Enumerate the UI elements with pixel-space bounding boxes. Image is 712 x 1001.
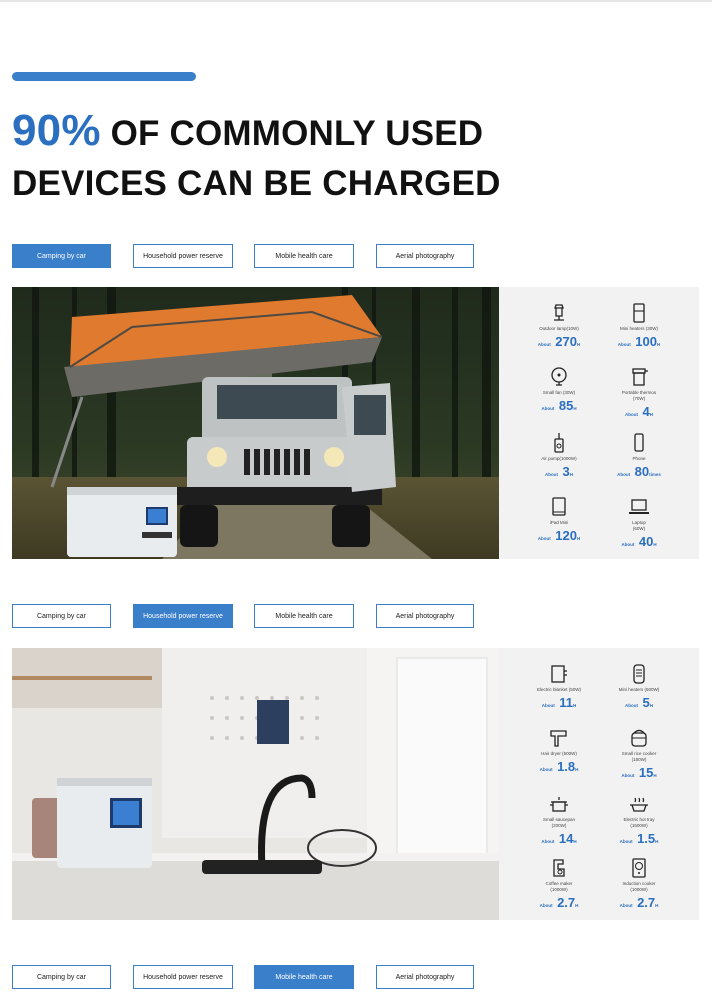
headline-percent: 90% — [12, 106, 101, 155]
page-headline: 90% OF COMMONLY USED DEVICES CAN BE CHAR… — [12, 106, 501, 209]
device-phone: Phone About 80times — [599, 433, 679, 481]
device-small-saucepan: Small saucepan (200W) About 14H — [519, 794, 599, 848]
tab-camping-by-car[interactable]: Camping by car — [12, 965, 111, 989]
device-air-pump: Air pump(1000W) About 3H — [519, 433, 599, 481]
device-ipad-mini: iPad Mini About 120H — [519, 497, 599, 545]
headline-line1: OF COMMONLY USED — [100, 114, 484, 153]
fan-icon — [551, 367, 567, 386]
tablet-icon — [552, 497, 566, 516]
device-hair-dryer: Hair dryer (500W) About 1.8H — [519, 728, 599, 776]
mini-fridge-icon — [633, 303, 645, 323]
thermos-icon — [632, 368, 648, 386]
device-laptop: Laptop (60W) About 40H — [599, 497, 679, 551]
tab-camping-by-car[interactable]: Camping by car — [12, 244, 111, 268]
device-coffee-maker: Coffee maker (1000W) About 2.7H — [519, 858, 599, 912]
device-mini-heater: Mini heaters (500W) About 5H — [599, 664, 679, 712]
laptop-icon — [629, 499, 649, 514]
device-induction-cooker: Induction cooker (1000W) About 2.7H — [599, 858, 679, 912]
rice-cooker-icon — [631, 729, 647, 747]
camping-device-panel: Outdoor lamp(10W) About 270H Mini heater… — [499, 287, 699, 559]
lamp-icon — [554, 304, 564, 321]
device-outdoor-lamp: Outdoor lamp(10W) About 270H — [519, 303, 599, 351]
tab-household-power-reserve[interactable]: Household power reserve — [133, 965, 233, 989]
tab-household-power-reserve[interactable]: Household power reserve — [133, 604, 233, 628]
tab-mobile-health-care[interactable]: Mobile health care — [254, 604, 354, 628]
coffee-maker-icon — [553, 859, 565, 877]
induction-cooker-icon — [632, 858, 646, 878]
device-small-fan: Small fan (30W) About 85H — [519, 367, 599, 415]
electric-blanket-icon — [551, 665, 567, 683]
headline-line2: DEVICES CAN BE CHARGED — [12, 164, 501, 203]
tab-household-power-reserve[interactable]: Household power reserve — [133, 244, 233, 268]
tab-mobile-health-care[interactable]: Mobile health care — [254, 965, 354, 989]
air-pump-icon — [554, 433, 564, 453]
device-electric-blanket: Electric blanket (50W) About 11H — [519, 664, 599, 712]
camping-scene-image — [12, 287, 499, 559]
accent-bar — [12, 72, 196, 81]
heater-icon — [633, 664, 645, 684]
tab-camping-by-car[interactable]: Camping by car — [12, 604, 111, 628]
tab-mobile-health-care[interactable]: Mobile health care — [254, 244, 354, 268]
device-portable-thermos: Portable thermos (70W) About 4H — [599, 367, 679, 421]
saucepan-icon — [550, 797, 568, 812]
tab-aerial-photography[interactable]: Aerial photography — [376, 965, 474, 989]
device-mini-fridge: Mini heaters (30W) About 100H — [599, 303, 679, 351]
device-rice-cooker: Small rice cooker (180W) About 15H — [599, 728, 679, 782]
tab-aerial-photography[interactable]: Aerial photography — [376, 244, 474, 268]
phone-icon — [634, 433, 644, 452]
tab-aerial-photography[interactable]: Aerial photography — [376, 604, 474, 628]
device-electric-hot-tray: Electric hot tray (1500W) About 1.5H — [599, 794, 679, 848]
grill-icon — [630, 797, 648, 812]
top-divider — [0, 0, 712, 2]
hair-dryer-icon — [550, 730, 567, 747]
household-device-panel: Electric blanket (50W) About 11H Mini he… — [499, 648, 699, 920]
kitchen-scene-image — [12, 648, 499, 920]
